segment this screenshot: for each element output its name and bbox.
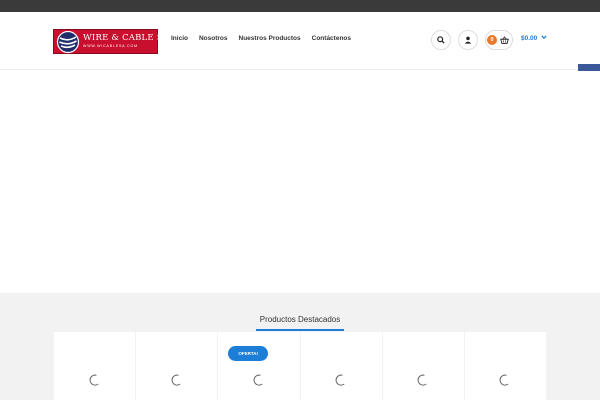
logo-url: WWW.WICABLESA.COM [83, 43, 138, 48]
product-grid: OFERTA! [54, 332, 547, 400]
product-card[interactable]: OFERTA! [218, 332, 300, 400]
cart-total[interactable]: $0.00 [521, 35, 537, 42]
loading-spinner-icon [171, 374, 181, 386]
user-icon [464, 36, 472, 44]
loading-spinner-icon [335, 374, 345, 386]
chevron-down-icon[interactable] [541, 34, 547, 40]
site-logo[interactable]: WIRE & CABLE S.A. WWW.WICABLESA.COM [53, 29, 174, 54]
basket-icon [500, 36, 509, 44]
product-card[interactable] [382, 332, 464, 400]
search-button[interactable] [431, 30, 451, 50]
loading-spinner-icon [89, 374, 99, 386]
loading-spinner-icon [500, 374, 509, 386]
product-card[interactable] [54, 332, 136, 400]
nav-item-inicio[interactable]: Inicio [171, 35, 188, 42]
site-header: WIRE & CABLE S.A. WWW.WICABLESA.COM Inic… [0, 12, 600, 70]
nav-item-nosotros[interactable]: Nosotros [199, 35, 228, 42]
section-title: Productos Destacados [259, 315, 341, 324]
product-card[interactable] [300, 332, 382, 400]
loading-spinner-icon [417, 374, 427, 386]
product-card[interactable] [464, 332, 547, 400]
account-button[interactable] [458, 30, 478, 50]
nav-item-contacto[interactable]: Contáctenos [312, 35, 351, 42]
nav-item-productos[interactable]: Nuestros Productos [239, 35, 301, 42]
product-card[interactable] [136, 332, 218, 400]
featured-products-section: Productos Destacados OFERTA! [0, 293, 600, 400]
cart-count-badge: 0 [487, 35, 497, 45]
cart-button[interactable]: 0 [485, 30, 513, 50]
title-underline [256, 329, 344, 331]
search-icon [437, 36, 445, 44]
logo-name: WIRE & CABLE S.A. [83, 33, 175, 44]
loading-spinner-icon [253, 374, 263, 386]
offer-badge: OFERTA! [228, 346, 269, 361]
hero-banner [0, 71, 600, 293]
top-bar [0, 0, 600, 12]
main-nav: Inicio Nosotros Nuestros Productos Contá… [171, 35, 351, 42]
globe-icon [56, 30, 80, 54]
